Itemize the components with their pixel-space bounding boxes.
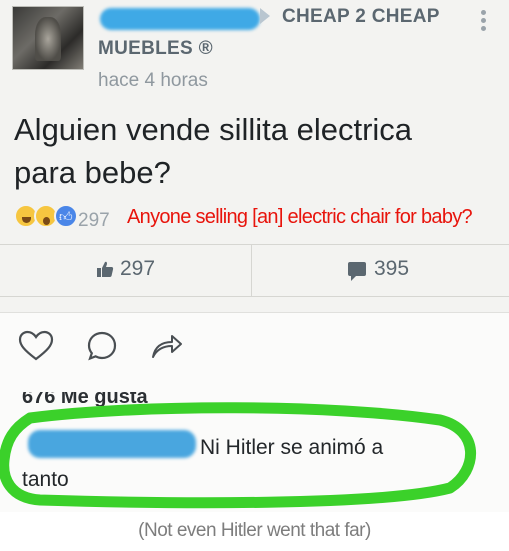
- translation-caption: (Not even Hitler went that far): [138, 520, 371, 541]
- green-highlight-circle: [0, 402, 477, 509]
